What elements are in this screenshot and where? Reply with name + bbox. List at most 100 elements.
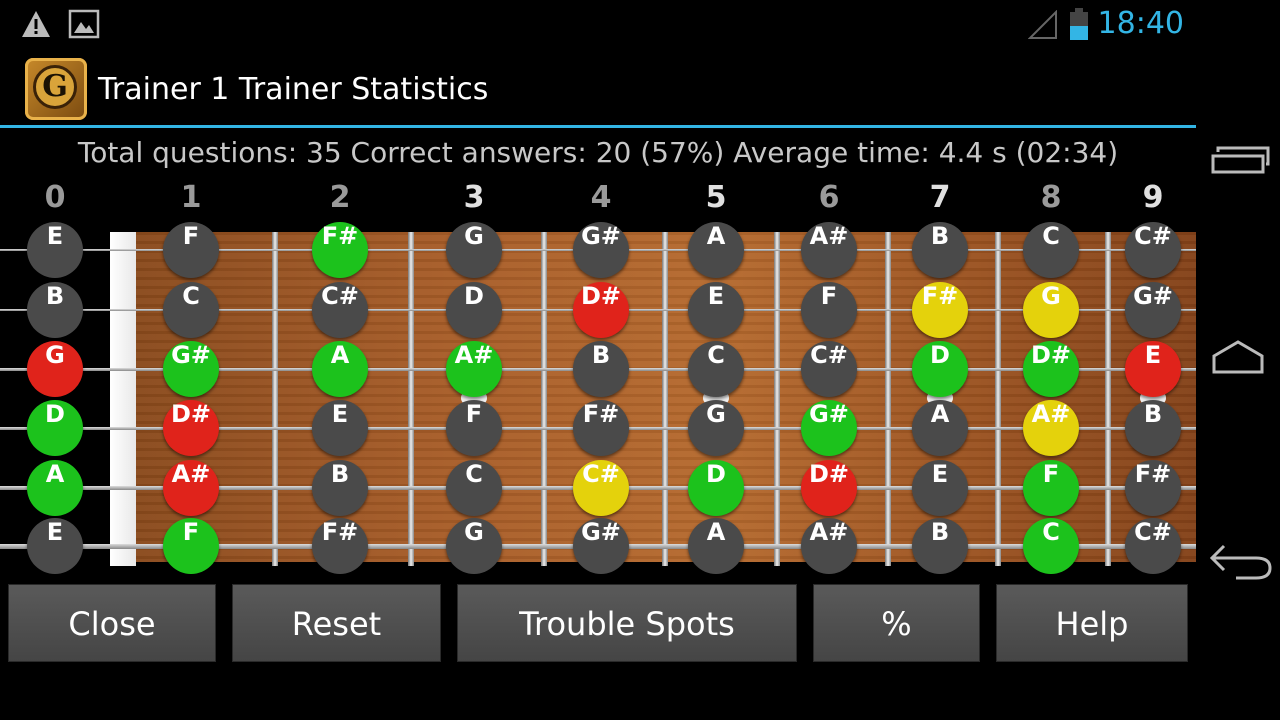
action-bar: G Trainer 1 Trainer Statistics [0, 50, 1196, 128]
note-marker[interactable]: G# [1125, 282, 1181, 338]
fret-number: 1 [180, 180, 202, 215]
note-marker[interactable]: E [688, 282, 744, 338]
note-marker[interactable]: E [27, 518, 83, 574]
clock: 18:40 [1097, 6, 1184, 41]
warning-icon [22, 11, 50, 37]
fret-number: 5 [705, 180, 727, 215]
note-marker[interactable]: F# [573, 400, 629, 456]
trouble-spots-button[interactable]: Trouble Spots [457, 584, 797, 662]
note-marker[interactable]: B [912, 222, 968, 278]
fret-wire [774, 232, 780, 566]
note-marker[interactable]: G# [573, 222, 629, 278]
percent-button[interactable]: % [813, 584, 980, 662]
fret-number: 0 [44, 180, 66, 215]
note-marker[interactable]: C# [312, 282, 368, 338]
note-marker[interactable]: A# [801, 518, 857, 574]
note-marker[interactable]: E [912, 460, 968, 516]
note-marker[interactable]: G [446, 518, 502, 574]
note-marker[interactable]: C [446, 460, 502, 516]
note-marker[interactable]: D# [1023, 341, 1079, 397]
note-marker[interactable]: D# [573, 282, 629, 338]
note-marker[interactable]: A# [1023, 400, 1079, 456]
app-icon[interactable]: G [25, 58, 87, 120]
note-marker[interactable]: F [1023, 460, 1079, 516]
note-marker[interactable]: D# [163, 400, 219, 456]
fret-number: 3 [463, 180, 485, 215]
note-marker[interactable]: D [446, 282, 502, 338]
note-marker[interactable]: D [688, 460, 744, 516]
note-marker[interactable]: C# [1125, 518, 1181, 574]
note-marker[interactable]: F# [312, 518, 368, 574]
note-marker[interactable]: F# [912, 282, 968, 338]
fret-number: 7 [929, 180, 951, 215]
note-marker[interactable]: D [27, 400, 83, 456]
note-marker[interactable]: B [27, 282, 83, 338]
close-button[interactable]: Close [8, 584, 216, 662]
fret-number: 6 [818, 180, 840, 215]
stats-summary: Total questions: 35 Correct answers: 20 … [77, 136, 1119, 169]
note-marker[interactable]: C# [801, 341, 857, 397]
signal-icon [1028, 10, 1057, 39]
note-marker[interactable]: C [688, 341, 744, 397]
image-icon [68, 9, 100, 39]
fretboard-nut [110, 232, 136, 566]
note-marker[interactable]: F [446, 400, 502, 456]
note-marker[interactable]: D# [801, 460, 857, 516]
fret-wire [272, 232, 278, 566]
note-marker[interactable]: A# [163, 460, 219, 516]
note-marker[interactable]: A# [446, 341, 502, 397]
note-marker[interactable]: B [312, 460, 368, 516]
fret-wire [541, 232, 547, 566]
navigation-bar [1196, 0, 1280, 720]
note-marker[interactable]: G [27, 341, 83, 397]
note-marker[interactable]: C [1023, 222, 1079, 278]
note-marker[interactable]: G# [801, 400, 857, 456]
page-title: Trainer 1 Trainer Statistics [98, 72, 489, 107]
note-marker[interactable]: G [688, 400, 744, 456]
fretboard: E F F# G G# A A# B C C# B C C# D D# E F F# G G# G G# A A# B C C# D D… [0, 218, 1196, 574]
home-icon[interactable] [1196, 320, 1280, 400]
note-marker[interactable]: C# [1125, 222, 1181, 278]
note-marker[interactable]: A [27, 460, 83, 516]
note-marker[interactable]: E [27, 222, 83, 278]
fret-wire [662, 232, 668, 566]
note-marker[interactable]: A [688, 518, 744, 574]
note-marker[interactable]: C [163, 282, 219, 338]
fret-wire [885, 232, 891, 566]
note-marker[interactable]: G [1023, 282, 1079, 338]
fret-wire [408, 232, 414, 566]
fret-number: 8 [1040, 180, 1062, 215]
note-marker[interactable]: E [312, 400, 368, 456]
note-marker[interactable]: C# [573, 460, 629, 516]
note-marker[interactable]: A [912, 400, 968, 456]
note-marker[interactable]: A [688, 222, 744, 278]
note-marker[interactable]: C [1023, 518, 1079, 574]
note-marker[interactable]: F# [1125, 460, 1181, 516]
note-marker[interactable]: B [1125, 400, 1181, 456]
fret-number: 4 [590, 180, 612, 215]
fret-wire [1105, 232, 1111, 566]
battery-icon [1070, 8, 1088, 40]
note-marker[interactable]: G# [163, 341, 219, 397]
fret-number: 2 [329, 180, 351, 215]
note-marker[interactable]: A# [801, 222, 857, 278]
back-icon[interactable] [1196, 518, 1280, 598]
fret-wire [995, 232, 1001, 566]
reset-button[interactable]: Reset [232, 584, 441, 662]
note-marker[interactable]: E [1125, 341, 1181, 397]
guitar-logo-icon: G [33, 65, 77, 109]
status-bar: 18:40 [0, 0, 1196, 50]
button-bar: Close Reset Trouble Spots% Help [0, 582, 1196, 664]
recent-apps-icon[interactable] [1196, 120, 1280, 200]
note-marker[interactable]: F [163, 222, 219, 278]
note-marker[interactable]: G [446, 222, 502, 278]
note-marker[interactable]: B [573, 341, 629, 397]
note-marker[interactable]: A [312, 341, 368, 397]
note-marker[interactable]: G# [573, 518, 629, 574]
note-marker[interactable]: D [912, 341, 968, 397]
note-marker[interactable]: F [163, 518, 219, 574]
note-marker[interactable]: B [912, 518, 968, 574]
note-marker[interactable]: F# [312, 222, 368, 278]
note-marker[interactable]: F [801, 282, 857, 338]
help-button[interactable]: Help [996, 584, 1188, 662]
